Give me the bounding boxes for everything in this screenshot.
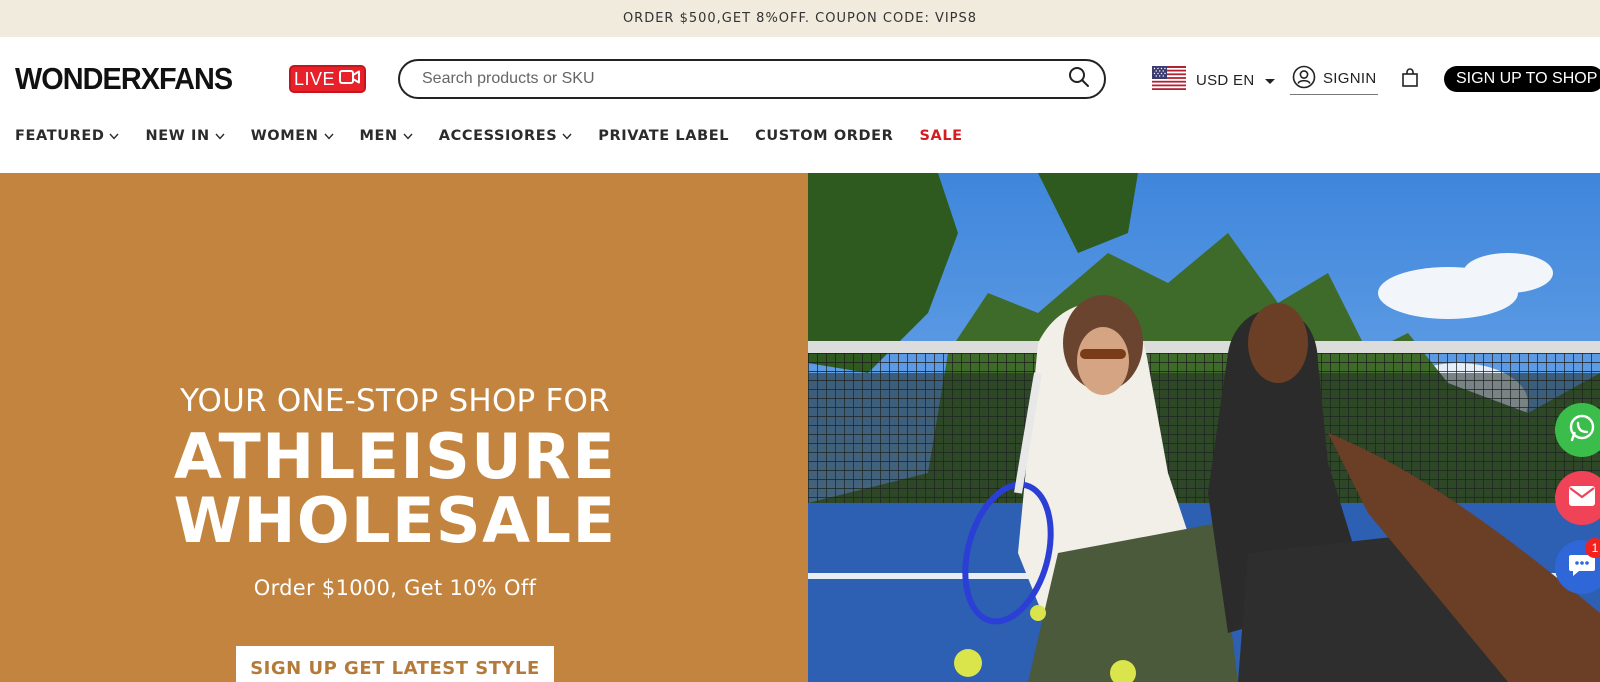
whatsapp-button[interactable] (1555, 403, 1600, 457)
signin-label: SIGNIN (1323, 70, 1377, 87)
main-nav: FEATURED NEW IN WOMEN MEN ACCESSIORES PR… (15, 120, 989, 152)
nav-label: WOMEN (250, 128, 319, 144)
live-button[interactable]: LIVE (289, 65, 366, 93)
nav-label: ACCESSIORES (438, 128, 558, 144)
cart-button[interactable] (1401, 68, 1419, 92)
nav-label: PRIVATE LABEL (598, 128, 730, 144)
hero-title-line-2: WHOLESALE (173, 484, 617, 557)
nav-item-new-in[interactable]: NEW IN (145, 128, 225, 144)
hero-text-panel: YOUR ONE-STOP SHOP FOR ATHLEISURE WHOLES… (0, 173, 808, 682)
promo-text: ORDER $500,GET 8%OFF. COUPON CODE: VIPS8 (622, 11, 978, 26)
hero-photo (808, 173, 1600, 682)
email-icon (1568, 485, 1596, 511)
hero-signup-button[interactable]: SIGN UP GET LATEST STYLE (236, 646, 554, 682)
live-label: LIVE (293, 68, 336, 89)
currency-label: USD EN (1196, 71, 1255, 89)
currency-selector[interactable]: USD EN (1152, 66, 1276, 94)
search-icon[interactable] (1068, 66, 1090, 92)
hero-subtitle: YOUR ONE-STOP SHOP FOR (180, 383, 610, 419)
nav-item-sale[interactable]: SALE (919, 128, 962, 144)
site-logo[interactable]: WONDERXFANS (15, 61, 233, 97)
caret-down-icon (1264, 71, 1276, 90)
nav-label: MEN (359, 128, 398, 144)
signup-to-shop-button[interactable]: SIGN UP TO SHOP (1444, 66, 1600, 92)
chevron-down-icon (323, 128, 334, 144)
search-input[interactable] (422, 70, 1068, 88)
signin-link[interactable]: SIGNIN (1290, 65, 1379, 95)
hero-banner: YOUR ONE-STOP SHOP FOR ATHLEISURE WHOLES… (0, 173, 1600, 682)
nav-label: CUSTOM ORDER (755, 128, 894, 144)
whatsapp-icon (1567, 413, 1597, 447)
header: WONDERXFANS LIVE Search products or SKU … (0, 37, 1600, 120)
chat-notification-badge: 1 (1585, 538, 1600, 558)
nav-item-featured[interactable]: FEATURED (15, 128, 120, 144)
nav-item-custom-order[interactable]: CUSTOM ORDER (755, 128, 893, 144)
video-camera-icon (339, 69, 361, 89)
chevron-down-icon (109, 128, 120, 144)
user-circle-icon (1292, 65, 1316, 93)
nav-label: NEW IN (145, 128, 210, 144)
hero-title-line-1: ATHLEISURE (173, 420, 617, 493)
us-flag-icon (1152, 66, 1186, 94)
hero-offer: Order $1000, Get 10% Off (253, 576, 537, 600)
chevron-down-icon (562, 128, 572, 144)
email-button[interactable] (1555, 471, 1600, 525)
nav-item-accessiores[interactable]: ACCESSIORES (439, 128, 572, 144)
nav-item-private-label[interactable]: PRIVATE LABEL (598, 128, 729, 144)
chevron-down-icon (215, 128, 225, 144)
nav-label: FEATURED (15, 128, 105, 144)
chat-button[interactable]: 1 (1555, 538, 1600, 594)
nav-item-women[interactable]: WOMEN (251, 128, 334, 144)
shopping-bag-icon (1401, 68, 1419, 92)
nav-label: SALE (919, 128, 963, 144)
promo-bar: ORDER $500,GET 8%OFF. COUPON CODE: VIPS8 (0, 0, 1600, 37)
chevron-down-icon (403, 128, 413, 144)
nav-item-men[interactable]: MEN (360, 128, 413, 144)
search-box (398, 59, 1106, 99)
